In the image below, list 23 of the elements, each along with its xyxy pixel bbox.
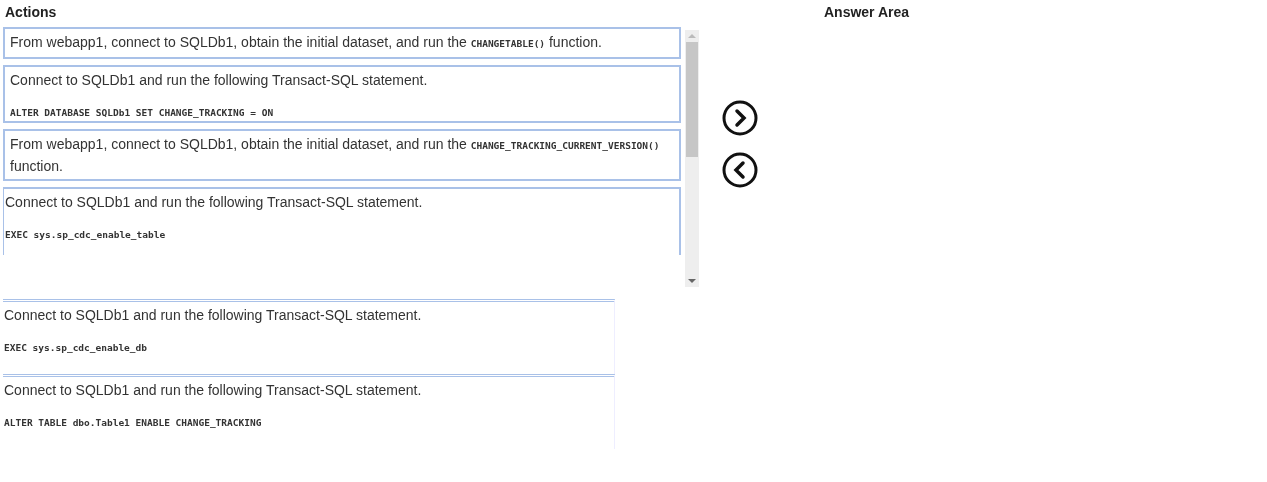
code-statement: EXEC sys.sp_cdc_enable_table [5, 229, 167, 240]
action-item[interactable]: Connect to SQLDb1 and run the following Transact-SQL statement. ALTER DATABASE SQLDb1 SET CHANGE_TRACKING = ON [3, 65, 681, 123]
move-left-icon[interactable] [722, 152, 758, 188]
action-text: Connect to SQLDb1 and run the following Transact-SQL statement. [4, 381, 423, 400]
action-item[interactable]: Connect to SQLDb1 and run the following Transact-SQL statement. EXEC sys.sp_cdc_enable_db [3, 299, 615, 374]
answer-area-title: Answer Area [823, 3, 911, 22]
code-statement: ALTER DATABASE SQLDb1 SET CHANGE_TRACKING = ON [10, 107, 275, 118]
action-item[interactable]: From webapp1, connect to SQLDb1, obtain the initial dataset, and run the CHANGETABLE() function. [3, 27, 681, 59]
action-item[interactable]: Connect to SQLDb1 and run the following Transact-SQL statement. ALTER TABLE dbo.Table1 ENABLE CHANGE_TRACKING [3, 374, 615, 449]
code-statement: EXEC sys.sp_cdc_enable_db [4, 342, 148, 353]
action-item[interactable]: From webapp1, connect to SQLDb1, obtain the initial dataset, and run the CHANGE_TRACKING_CURRENT_VERSION() function. [3, 129, 681, 181]
action-text: Connect to SQLDb1 and run the following Transact-SQL statement. [10, 71, 429, 90]
action-text: From webapp1, connect to SQLDb1, obtain the initial dataset, and run the CHANGETABLE() function. [10, 33, 603, 52]
scroll-down-icon[interactable] [688, 278, 696, 284]
action-text: Connect to SQLDb1 and run the following Transact-SQL statement. [5, 193, 424, 212]
actions-title: Actions [4, 3, 58, 22]
action-text: From webapp1, connect to SQLDb1, obtain the initial dataset, and run the CHANGE_TRACKING_CURRENT_VERSION() function. [10, 135, 661, 176]
action-item[interactable]: Connect to SQLDb1 and run the following Transact-SQL statement. EXEC sys.sp_cdc_enable_table [3, 187, 681, 255]
scrollbar[interactable] [685, 30, 699, 287]
action-text: Connect to SQLDb1 and run the following Transact-SQL statement. [4, 306, 423, 325]
code-statement: ALTER TABLE dbo.Table1 ENABLE CHANGE_TRACKING [4, 417, 263, 428]
scrollbar-thumb[interactable] [686, 42, 698, 157]
move-right-icon[interactable] [722, 100, 758, 136]
